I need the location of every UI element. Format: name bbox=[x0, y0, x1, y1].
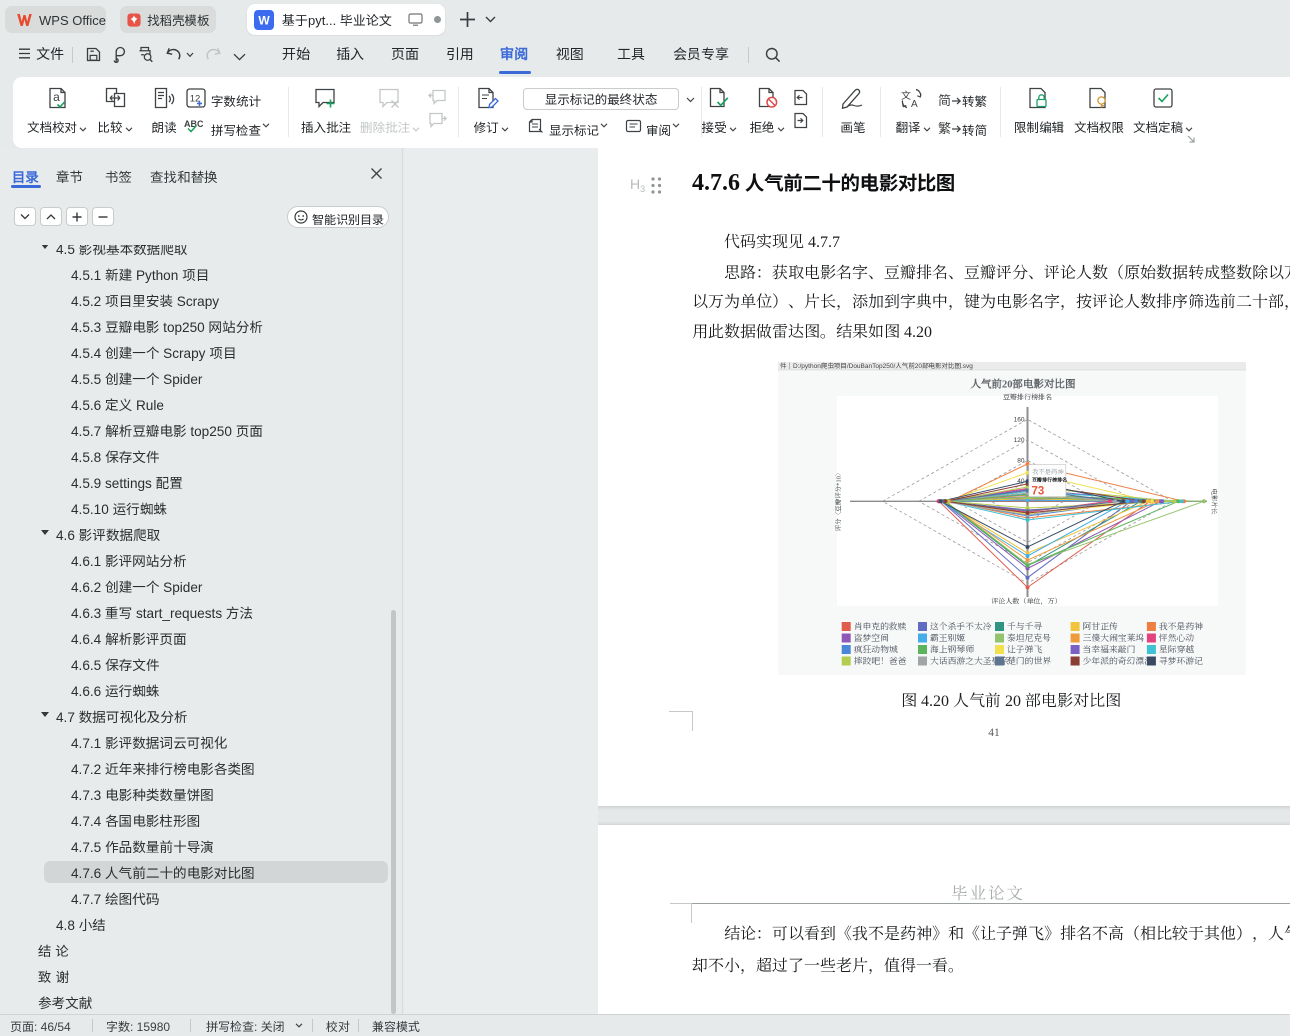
svg-text:豆瓣排行榜排名: 豆瓣排行榜排名 bbox=[1032, 477, 1068, 484]
svg-text:80: 80 bbox=[1017, 458, 1025, 465]
svg-text:我不是药神: 我不是药神 bbox=[1032, 467, 1064, 476]
svg-text:评分〈豆瓣评分*10〉: 评分〈豆瓣评分*10〉 bbox=[834, 470, 843, 532]
svg-text:a: a bbox=[53, 90, 60, 104]
svg-text:40: 40 bbox=[1017, 478, 1025, 485]
svg-text:件｜D:/python爬虫项目/DouBanTop250/人: 件｜D:/python爬虫项目/DouBanTop250/人气前20部电影对比图… bbox=[780, 362, 973, 370]
svg-text:A: A bbox=[911, 99, 918, 110]
svg-text:少年派的奇幻漂流: 少年派的奇幻漂流 bbox=[1083, 654, 1154, 667]
svg-text:摔跤吧！爸爸: 摔跤吧！爸爸 bbox=[854, 654, 907, 667]
svg-text:楚门的世界: 楚门的世界 bbox=[1007, 654, 1052, 667]
svg-text:电影片长: 电影片长 bbox=[1210, 489, 1219, 516]
svg-text:寻梦环游记: 寻梦环游记 bbox=[1159, 654, 1203, 667]
svg-text:73: 73 bbox=[1032, 486, 1045, 498]
svg-text:豆瓣排行榜排名: 豆瓣排行榜排名 bbox=[1003, 393, 1052, 403]
svg-text:评论人数（单位，万）: 评论人数（单位，万） bbox=[992, 597, 1062, 607]
svg-text:120: 120 bbox=[1014, 437, 1025, 444]
svg-text:人气前20部电影对比图: 人气前20部电影对比图 bbox=[970, 377, 1076, 392]
svg-text:160: 160 bbox=[1014, 417, 1025, 424]
